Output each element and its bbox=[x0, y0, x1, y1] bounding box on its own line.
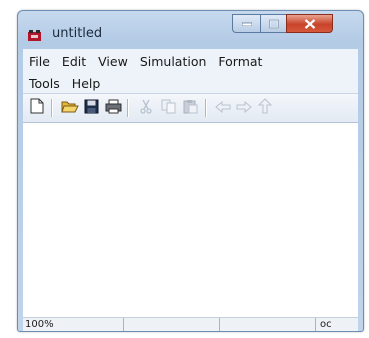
copy-icon bbox=[161, 99, 176, 118]
menu-tools[interactable]: Tools bbox=[23, 74, 66, 94]
toolbar-separator bbox=[51, 99, 52, 117]
open-folder-icon bbox=[61, 99, 79, 118]
close-button[interactable] bbox=[286, 14, 333, 33]
menu-file[interactable]: File bbox=[23, 52, 56, 72]
new-file-icon bbox=[30, 98, 44, 118]
minimize-button[interactable] bbox=[232, 14, 260, 33]
redo-icon bbox=[236, 99, 252, 118]
model-canvas[interactable] bbox=[23, 123, 358, 317]
open-button[interactable] bbox=[60, 98, 80, 118]
toolbar-separator bbox=[205, 99, 206, 117]
maximize-button[interactable] bbox=[260, 14, 286, 33]
menu-view[interactable]: View bbox=[92, 52, 134, 72]
model-window: untitled File Edit View Simulation Forma… bbox=[17, 10, 364, 332]
undo-button[interactable] bbox=[213, 98, 233, 118]
cut-icon bbox=[139, 99, 153, 118]
new-model-button[interactable] bbox=[27, 98, 47, 118]
save-icon bbox=[84, 99, 99, 118]
cut-button[interactable] bbox=[136, 98, 156, 118]
title-bar[interactable]: untitled bbox=[18, 11, 363, 49]
zoom-level: 100% bbox=[25, 319, 54, 330]
print-icon bbox=[105, 99, 122, 118]
menu-format[interactable]: Format bbox=[212, 52, 268, 72]
status-field-empty-1 bbox=[123, 318, 219, 331]
menu-row-2: Tools Help bbox=[23, 74, 106, 94]
status-bar: 100% oc bbox=[23, 317, 358, 331]
undo-icon bbox=[215, 99, 231, 118]
menu-simulation[interactable]: Simulation bbox=[134, 52, 213, 72]
menu-bar: File Edit View Simulation Format Tools H… bbox=[23, 49, 358, 93]
paste-icon bbox=[183, 99, 198, 118]
go-to-parent-button[interactable] bbox=[255, 98, 275, 118]
up-arrow-icon bbox=[257, 98, 273, 118]
copy-button[interactable] bbox=[158, 98, 178, 118]
print-button[interactable] bbox=[103, 98, 123, 118]
paste-button[interactable] bbox=[180, 98, 200, 118]
simulink-app-icon bbox=[27, 28, 42, 42]
toolbar-separator bbox=[127, 99, 128, 117]
status-field-empty-2 bbox=[219, 318, 315, 331]
redo-button[interactable] bbox=[234, 98, 254, 118]
toolbar bbox=[23, 93, 358, 123]
window-title: untitled bbox=[52, 26, 103, 41]
solver-status: oc bbox=[315, 318, 358, 331]
menu-edit[interactable]: Edit bbox=[56, 52, 92, 72]
save-button[interactable] bbox=[81, 98, 101, 118]
menu-row-1: File Edit View Simulation Format bbox=[23, 52, 268, 72]
menu-help[interactable]: Help bbox=[66, 74, 107, 94]
